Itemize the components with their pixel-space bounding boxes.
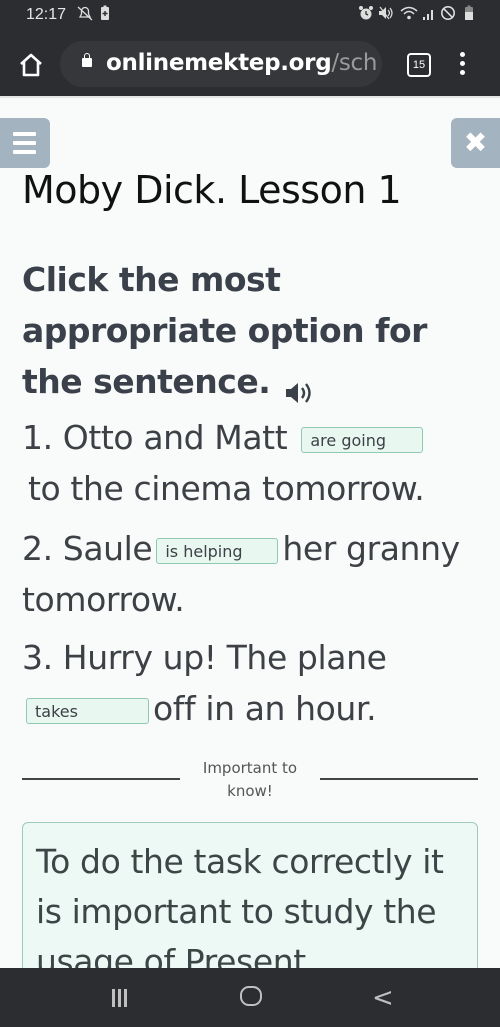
- info-note-text: To do the task correctly it is important…: [36, 842, 444, 981]
- home-button[interactable]: [16, 50, 46, 80]
- lock-icon: [82, 53, 92, 67]
- question-number: 3.: [22, 638, 53, 677]
- toolbar-divider: [0, 96, 500, 98]
- signal-icon: [422, 5, 436, 25]
- instruction-text: Click the most appropriate option for th…: [22, 260, 427, 401]
- question-2: 2. Saule is helping her granny: [22, 523, 460, 574]
- question-text: Otto and Matt: [62, 418, 288, 457]
- url-path: /sch: [331, 50, 376, 76]
- address-bar[interactable]: onlinemektep.org/sch: [60, 41, 382, 87]
- menu-dot: [459, 70, 465, 75]
- separator-line: [320, 778, 478, 780]
- menu-button[interactable]: [0, 118, 50, 168]
- home-icon: [20, 53, 42, 77]
- question-number: 1.: [22, 418, 53, 457]
- recent-apps-icon: [112, 989, 115, 1007]
- question-1-continued: to the cinema tomorrow.: [28, 469, 425, 508]
- question-text: Hurry up! The plane: [62, 638, 387, 677]
- question-3: 3. Hurry up! The plane: [22, 632, 387, 683]
- url-domain: onlinemektep.org: [106, 50, 332, 76]
- menu-dot: [459, 61, 465, 66]
- battery-icon: [464, 5, 474, 25]
- tab-switcher-button[interactable]: 15: [407, 53, 431, 77]
- question-3-continued: takes off in an hour.: [26, 683, 377, 734]
- browser-menu-button[interactable]: [458, 50, 466, 80]
- menu-dot: [459, 52, 465, 57]
- question-2-continued: tomorrow.: [22, 580, 185, 619]
- page-title: Moby Dick. Lesson 1: [22, 168, 402, 212]
- back-button[interactable]: <: [372, 983, 394, 1013]
- home-nav-button[interactable]: [240, 986, 262, 1006]
- question-number: 2.: [22, 529, 53, 568]
- speaker-icon[interactable]: [284, 370, 318, 403]
- system-nav-bar: <: [0, 968, 500, 1027]
- alarm-icon: [358, 5, 374, 25]
- answer-box[interactable]: are going: [301, 426, 424, 453]
- mute-icon: [378, 5, 394, 25]
- recent-apps-button[interactable]: [112, 989, 132, 1007]
- do-not-disturb-icon: [440, 5, 456, 25]
- instruction: Click the most appropriate option for th…: [22, 254, 482, 407]
- browser-toolbar: onlinemektep.org/sch 15: [0, 32, 500, 96]
- status-time: 12:17: [26, 6, 67, 23]
- question-text: her granny: [282, 529, 460, 568]
- important-label: Important to know!: [202, 759, 298, 800]
- close-icon: ✖: [463, 126, 488, 159]
- close-button[interactable]: ✖: [451, 118, 500, 168]
- important-separator: Important to know!: [0, 757, 500, 807]
- status-bar: 12:17: [0, 0, 500, 32]
- question-text: Saule: [62, 529, 153, 568]
- url-text: onlinemektep.org/sch: [106, 50, 376, 76]
- back-icon: <: [372, 983, 394, 1013]
- notifications-off-icon: [76, 5, 94, 25]
- wifi-icon: [400, 5, 418, 25]
- answer-box[interactable]: takes: [26, 697, 149, 724]
- battery-saver-icon: [100, 5, 110, 25]
- answer-box[interactable]: is helping: [156, 537, 279, 564]
- hamburger-icon: [13, 132, 36, 136]
- question-text: off in an hour.: [153, 689, 377, 728]
- question-1: 1. Otto and Matt are going: [22, 412, 424, 463]
- separator-line: [22, 778, 180, 780]
